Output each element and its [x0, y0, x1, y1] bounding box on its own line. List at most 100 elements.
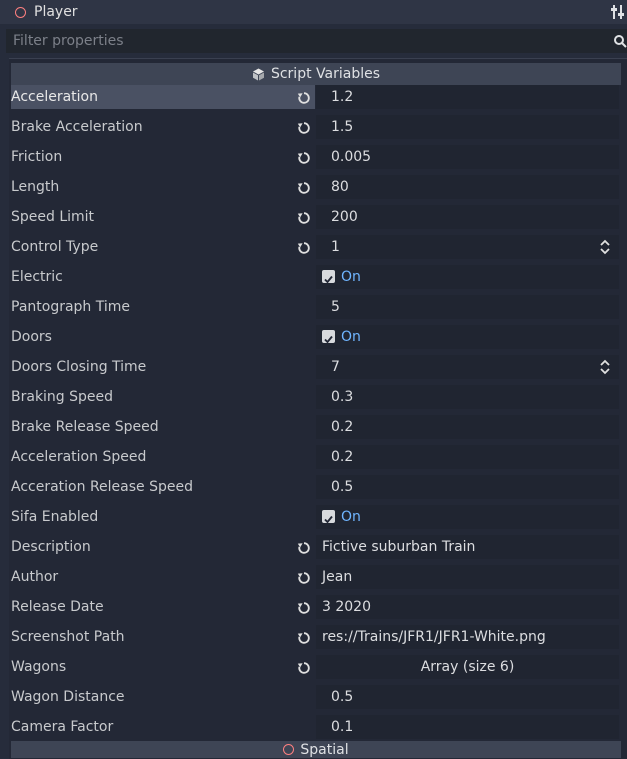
property-row-control-type[interactable]: Control Type 1 — [9, 232, 627, 262]
checkbox-checked-icon — [322, 270, 335, 284]
revert-icon[interactable] — [297, 601, 311, 615]
updown-arrows-icon[interactable] — [599, 239, 611, 263]
revert-icon[interactable] — [297, 121, 311, 135]
sifa-enabled-checkbox[interactable]: On — [316, 505, 619, 529]
speed-limit-field[interactable]: 200 — [316, 205, 619, 229]
property-label: Pantograph Time — [11, 299, 131, 315]
property-row-camera-factor[interactable]: Camera Factor 0.1 — [9, 712, 627, 742]
property-value: 0.5 — [331, 689, 354, 705]
acceration-release-speed-field[interactable]: 0.5 — [316, 475, 619, 499]
node-title[interactable]: Player — [34, 4, 78, 20]
property-label: Author — [11, 569, 59, 585]
property-value: 80 — [331, 179, 349, 195]
property-label: Camera Factor — [11, 719, 114, 735]
property-row-braking-speed[interactable]: Braking Speed 0.3 — [9, 382, 627, 412]
property-label: Sifa Enabled — [11, 509, 99, 525]
property-value: 0.3 — [331, 389, 354, 405]
brake-release-speed-field[interactable]: 0.2 — [316, 415, 619, 439]
property-row-release-date[interactable]: Release Date 3 2020 — [9, 592, 627, 622]
property-row-speed-limit[interactable]: Speed Limit 200 — [9, 202, 627, 232]
revert-icon[interactable] — [297, 181, 311, 195]
property-row-description[interactable]: Description Fictive suburban Train — [9, 532, 627, 562]
screenshot-path-field[interactable]: res://Trains/JFR1/JFR1-White.png — [316, 625, 619, 649]
property-list: Script Variables Acceleration 1.2 Brake Ac… — [9, 58, 627, 759]
revert-icon[interactable] — [297, 661, 311, 675]
property-label: Acceleration Speed — [11, 449, 147, 465]
property-row-wagons[interactable]: Wagons Array (size 6) — [9, 652, 627, 682]
property-label: Control Type — [11, 239, 99, 255]
updown-arrows-icon[interactable] — [599, 359, 611, 383]
search-icon — [614, 35, 627, 48]
property-row-author[interactable]: Author Jean — [9, 562, 627, 592]
acceleration-speed-field[interactable]: 0.2 — [316, 445, 619, 469]
brake-acceleration-field[interactable]: 1.5 — [316, 115, 619, 139]
property-label: Speed Limit — [11, 209, 95, 225]
length-field[interactable]: 80 — [316, 175, 619, 199]
filter-placeholder: Filter properties — [13, 33, 124, 49]
property-row-brake-release-speed[interactable]: Brake Release Speed 0.2 — [9, 412, 627, 442]
release-date-field[interactable]: 3 2020 — [316, 595, 619, 619]
property-row-sifa-enabled[interactable]: Sifa Enabled On — [9, 502, 627, 532]
electric-checkbox[interactable]: On — [316, 265, 619, 289]
doors-closing-time-spinbox[interactable]: 7 — [316, 355, 619, 379]
script-cube-icon — [252, 68, 264, 80]
property-value: 0.005 — [331, 149, 372, 165]
property-label: Doors — [11, 329, 52, 345]
friction-field[interactable]: 0.005 — [316, 145, 619, 169]
revert-icon[interactable] — [297, 571, 311, 585]
description-field[interactable]: Fictive suburban Train — [316, 535, 619, 559]
revert-icon[interactable] — [297, 151, 311, 165]
property-label: Wagon Distance — [11, 689, 125, 705]
checkbox-label: On — [341, 509, 361, 525]
property-label: Braking Speed — [11, 389, 114, 405]
property-value: 7 — [331, 359, 340, 375]
property-label: Screenshot Path — [11, 629, 125, 645]
property-value: Fictive suburban Train — [322, 539, 476, 555]
revert-icon[interactable] — [297, 211, 311, 225]
wagons-array-button[interactable]: Array (size 6) — [316, 655, 619, 679]
property-row-acceleration-speed[interactable]: Acceleration Speed 0.2 — [9, 442, 627, 472]
acceleration-field[interactable]: 1.2 — [316, 85, 619, 109]
section-title: Script Variables — [270, 66, 381, 82]
property-value: 0.1 — [331, 719, 354, 735]
checkbox-label: On — [341, 269, 361, 285]
property-value: 0.5 — [331, 479, 354, 495]
doors-checkbox[interactable]: On — [316, 325, 619, 349]
property-row-friction[interactable]: Friction 0.005 — [9, 142, 627, 172]
property-row-doors-closing-time[interactable]: Doors Closing Time 7 — [9, 352, 627, 382]
property-row-acceleration[interactable]: Acceleration 1.2 — [9, 82, 627, 112]
property-row-length[interactable]: Length 80 — [9, 172, 627, 202]
revert-icon[interactable] — [297, 241, 311, 255]
control-type-spinbox[interactable]: 1 — [316, 235, 619, 259]
revert-icon[interactable] — [297, 631, 311, 645]
property-label: Doors Closing Time — [11, 359, 147, 375]
camera-factor-field[interactable]: 0.1 — [316, 715, 619, 739]
spatial-section[interactable]: Spatial — [11, 741, 621, 758]
checkbox-checked-icon — [322, 510, 335, 524]
braking-speed-field[interactable]: 0.3 — [316, 385, 619, 409]
property-value: 3 2020 — [322, 599, 371, 615]
property-value: 1.2 — [331, 89, 354, 105]
property-row-doors[interactable]: Doors On — [9, 322, 627, 352]
property-label: Description — [11, 539, 91, 555]
pantograph-time-field[interactable]: 5 — [316, 295, 619, 319]
revert-icon[interactable] — [297, 91, 311, 105]
property-row-wagon-distance[interactable]: Wagon Distance 0.5 — [9, 682, 627, 712]
revert-icon[interactable] — [297, 541, 311, 555]
property-value: 200 — [331, 209, 358, 225]
property-row-brake-acceleration[interactable]: Brake Acceleration 1.5 — [9, 112, 627, 142]
property-label: Acceleration — [11, 85, 315, 109]
property-row-acceration-release-speed[interactable]: Acceration Release Speed 0.5 — [9, 472, 627, 502]
property-row-pantograph-time[interactable]: Pantograph Time 5 — [9, 292, 627, 322]
author-field[interactable]: Jean — [316, 565, 619, 589]
wagon-distance-field[interactable]: 0.5 — [316, 685, 619, 709]
property-label: Wagons — [11, 659, 67, 675]
object-tools-icon[interactable] — [611, 4, 625, 20]
filter-properties-input[interactable]: Filter properties — [6, 29, 627, 53]
property-label: Brake Acceleration — [11, 119, 143, 135]
property-row-electric[interactable]: Electric On — [9, 262, 627, 292]
property-value: res://Trains/JFR1/JFR1-White.png — [322, 629, 546, 645]
spatial-section-title: Spatial — [300, 741, 349, 758]
property-row-screenshot-path[interactable]: Screenshot Path res://Trains/JFR1/JFR1-Wh… — [9, 622, 627, 652]
property-value: Array (size 6) — [420, 659, 515, 675]
